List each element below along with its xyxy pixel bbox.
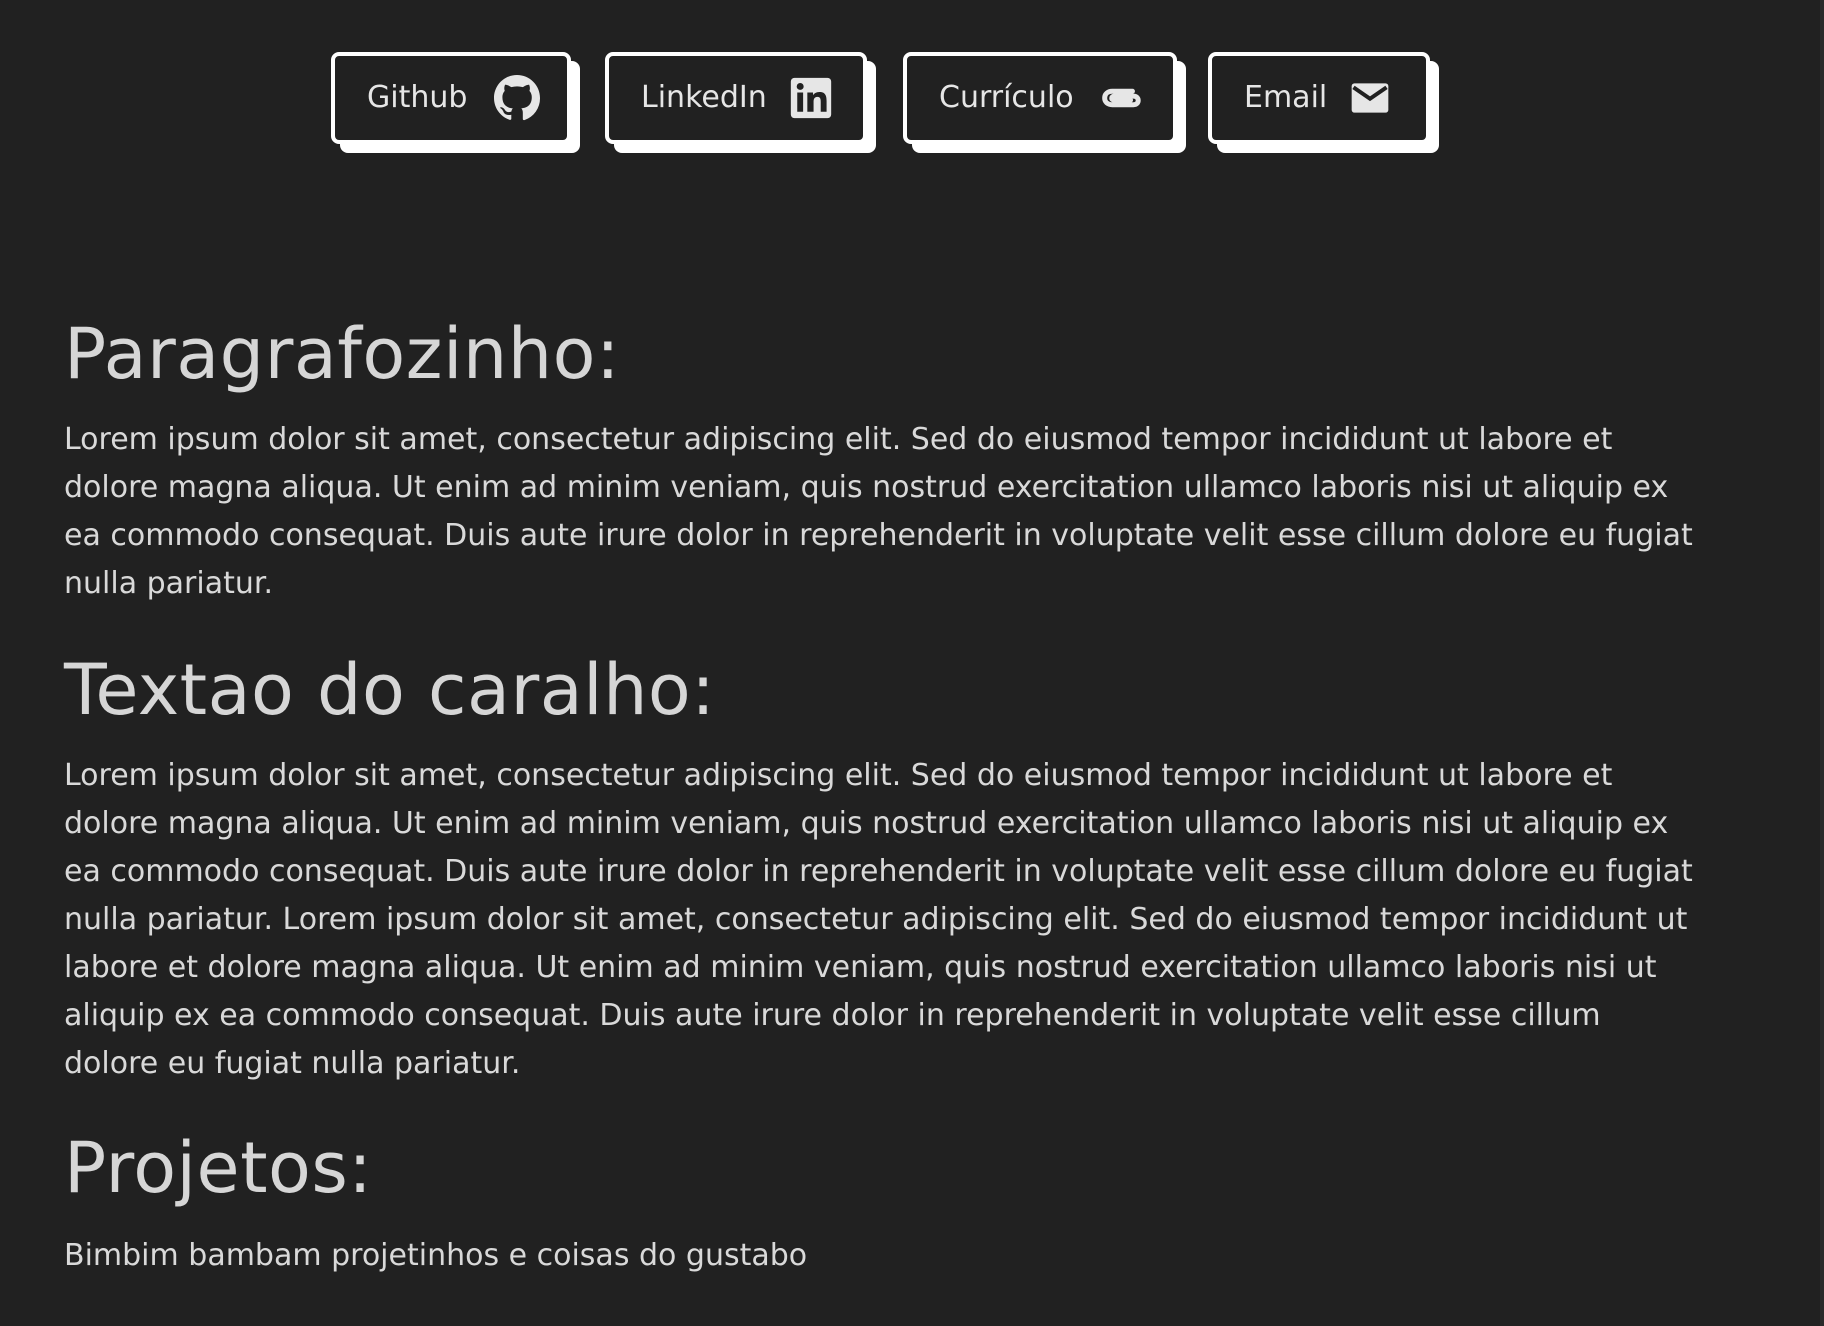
section-body: Lorem ipsum dolor sit amet, consectetur … — [64, 758, 1693, 1081]
linkedin-icon — [789, 76, 833, 120]
github-icon — [493, 74, 541, 122]
section-title: Textao do caralho: — [64, 649, 716, 731]
section-body: Lorem ipsum dolor sit amet, consectetur … — [64, 422, 1693, 601]
email-button[interactable]: Email — [1208, 52, 1430, 144]
paperclip-icon — [1097, 75, 1143, 121]
cut-off-top-text — [0, 0, 1824, 6]
section-title: Projetos: — [64, 1127, 373, 1209]
linkedin-button-label: LinkedIn — [641, 79, 767, 115]
github-button[interactable]: Github — [331, 52, 571, 144]
mail-icon — [1348, 76, 1392, 120]
curriculo-button[interactable]: Currículo — [903, 52, 1177, 144]
section-projetos: Projetos: Bimbim bambam projetinhos e co… — [64, 1126, 1704, 1280]
curriculo-button-label: Currículo — [939, 79, 1074, 115]
email-button-label: Email — [1244, 79, 1328, 115]
scrollbar-track[interactable] — [1820, 0, 1824, 1326]
section-textao: Textao do caralho: Lorem ipsum dolor sit… — [64, 648, 1704, 1088]
section-title: Paragrafozinho: — [64, 313, 621, 395]
github-button-label: Github — [367, 79, 468, 115]
section-body: Bimbim bambam projetinhos e coisas do gu… — [64, 1238, 808, 1273]
linkedin-button[interactable]: LinkedIn — [605, 52, 867, 144]
section-paragrafozinho: Paragrafozinho: Lorem ipsum dolor sit am… — [64, 312, 1704, 608]
